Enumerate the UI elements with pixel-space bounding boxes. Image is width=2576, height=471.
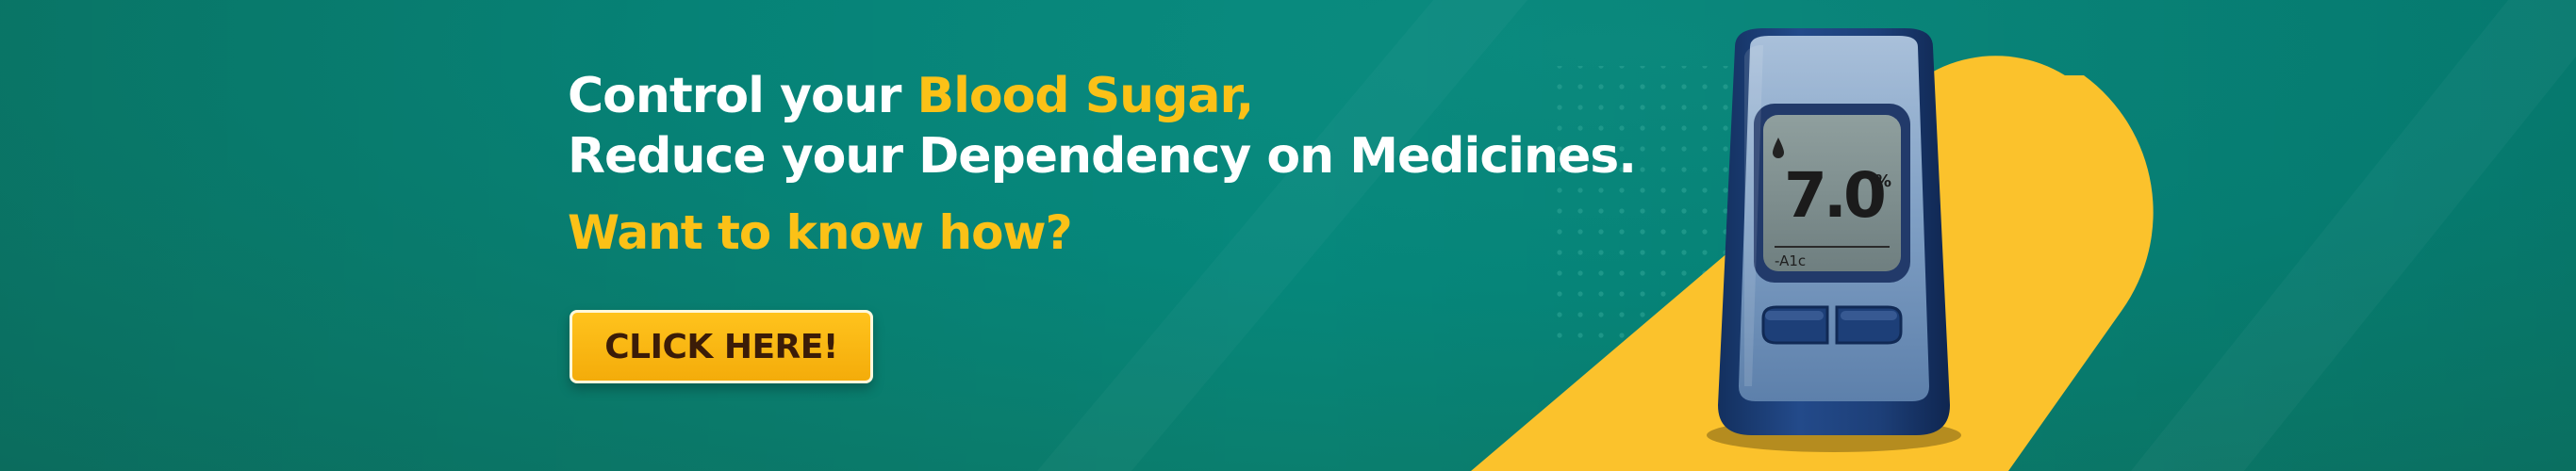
subheadline: Want to know how? [568,205,1073,260]
headline-line-1: Control your Blood Sugar, [568,66,1680,126]
reading-value: 7.0 [1784,159,1884,232]
reading-label: -A1c [1775,252,1806,269]
headline-block: Control your Blood Sugar, Reduce your De… [568,66,1680,262]
click-here-button[interactable]: CLICK HERE! [570,310,873,383]
promo-banner: Control your Blood Sugar, Reduce your De… [0,0,2576,471]
reading-unit: % [1874,171,1891,191]
headline-line-2: Reduce your Dependency on Medicines. [568,128,1637,185]
headline-highlight: Blood Sugar, [916,68,1254,124]
headline: Control your Blood Sugar, Reduce your De… [568,66,1680,187]
glucose-meter-illustration: 7.0 % -A1c [1718,28,1950,435]
glucose-meter: 7.0 % -A1c [1707,28,1961,443]
headline-prefix: Control your [568,68,917,124]
